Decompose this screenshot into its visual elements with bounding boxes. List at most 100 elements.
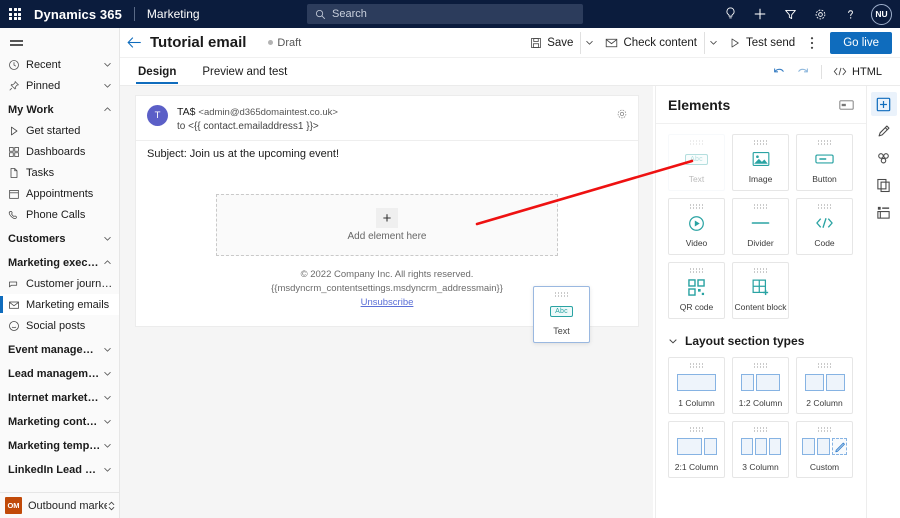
style-brush-icon[interactable] bbox=[871, 119, 897, 143]
email-settings-gear-icon[interactable] bbox=[616, 108, 628, 120]
drag-handle-dots-icon[interactable] bbox=[753, 427, 768, 432]
tab-preview-and-test[interactable]: Preview and test bbox=[194, 58, 295, 86]
drag-handle-dots-icon[interactable] bbox=[554, 292, 569, 297]
element-tile-button[interactable]: Button bbox=[796, 134, 853, 191]
drag-handle-dots-icon[interactable] bbox=[689, 427, 704, 432]
layout-tile-1-column[interactable]: 1 Column bbox=[668, 357, 725, 414]
element-tile-text[interactable]: Abc Text bbox=[668, 134, 725, 191]
environment-switcher[interactable]: OM Outbound market... bbox=[0, 492, 119, 518]
drag-handle-dots-icon[interactable] bbox=[753, 363, 768, 368]
footer-copyright: © 2022 Company Inc. All rights reserved. bbox=[300, 269, 474, 281]
sidebar-group-event-management[interactable]: Event management bbox=[0, 339, 119, 360]
sidebar-group-marketing-templates[interactable]: Marketing templates bbox=[0, 435, 119, 456]
redo-icon[interactable] bbox=[792, 61, 814, 83]
back-arrow-icon[interactable] bbox=[120, 36, 148, 49]
sidebar-item-appointments[interactable]: Appointments bbox=[0, 183, 119, 204]
sidebar-group-my-work[interactable]: My Work bbox=[0, 99, 119, 120]
drag-ghost-text-element[interactable]: Abc Text bbox=[533, 286, 590, 343]
app-launcher-icon[interactable] bbox=[0, 0, 30, 28]
sidebar-group-lead-management[interactable]: Lead management bbox=[0, 363, 119, 384]
add-element-dropzone[interactable]: + Add element here bbox=[216, 194, 558, 257]
undo-icon[interactable] bbox=[768, 61, 790, 83]
sidebar-item-marketing-emails[interactable]: Marketing emails bbox=[0, 294, 119, 315]
layout-tile-2-column[interactable]: 2 Column bbox=[796, 357, 853, 414]
topbar-icon-group: NU bbox=[715, 0, 892, 28]
go-live-button[interactable]: Go live bbox=[830, 31, 892, 54]
sidebar-item-get-started[interactable]: Get started bbox=[0, 120, 119, 141]
drag-handle-dots-icon[interactable] bbox=[689, 268, 704, 273]
filter-icon[interactable] bbox=[775, 0, 805, 28]
layout-tile-1-2-column[interactable]: 1:2 Column bbox=[732, 357, 789, 414]
app-name-label[interactable]: Marketing bbox=[147, 7, 200, 21]
test-send-button[interactable]: Test send bbox=[722, 32, 802, 54]
layout-tile-grid: 1 Column 1:2 Column 2 Column 2:1 Column bbox=[668, 357, 854, 478]
sidebar-item-customer-journeys[interactable]: Customer journeys bbox=[0, 273, 119, 294]
gear-icon[interactable] bbox=[805, 0, 835, 28]
global-search-box[interactable]: Search bbox=[307, 4, 583, 24]
drag-handle-dots-icon[interactable] bbox=[817, 204, 832, 209]
outline-tree-icon[interactable] bbox=[871, 200, 897, 224]
layout-tile-custom[interactable]: Custom bbox=[796, 421, 853, 478]
drag-handle-dots-icon[interactable] bbox=[753, 140, 768, 145]
element-tile-code[interactable]: Code bbox=[796, 198, 853, 255]
personalization-icon[interactable] bbox=[871, 146, 897, 170]
email-design-canvas[interactable]: T TA$ <admin@d365domaintest.co.uk> to <{… bbox=[120, 86, 653, 518]
save-button[interactable]: Save bbox=[523, 32, 580, 54]
drag-handle-dots-icon[interactable] bbox=[817, 140, 832, 145]
clock-icon bbox=[8, 59, 26, 71]
element-tile-qr-code[interactable]: QR code bbox=[668, 262, 725, 319]
element-tile-divider[interactable]: Divider bbox=[732, 198, 789, 255]
layout-tile-label: 1:2 Column bbox=[738, 397, 783, 408]
journey-icon bbox=[8, 278, 26, 290]
sidebar-item-recent[interactable]: Recent bbox=[0, 54, 119, 75]
brand-title[interactable]: Dynamics 365 bbox=[30, 7, 122, 22]
drag-handle-dots-icon[interactable] bbox=[689, 363, 704, 368]
add-element-icon[interactable] bbox=[870, 92, 900, 116]
user-avatar[interactable]: NU bbox=[871, 3, 892, 25]
content-library-icon[interactable] bbox=[871, 173, 897, 197]
check-content-button[interactable]: Check content bbox=[598, 32, 704, 54]
sidebar-item-phone-calls[interactable]: Phone Calls bbox=[0, 204, 119, 225]
drag-handle-dots-icon[interactable] bbox=[689, 140, 704, 145]
elements-panel-scroll[interactable]: Abc Text Image Button Video Divider Code… bbox=[656, 124, 866, 518]
sender-name: TA$ bbox=[177, 106, 196, 118]
element-tile-label: Divider bbox=[747, 237, 774, 248]
elements-panel-title: Elements bbox=[668, 96, 731, 113]
sidebar-group-marketing-content[interactable]: Marketing content bbox=[0, 411, 119, 432]
sidebar-group-customers[interactable]: Customers bbox=[0, 228, 119, 249]
qr-code-icon bbox=[688, 277, 705, 297]
sidebar-label-internet-marketing: Internet marketing bbox=[8, 391, 101, 404]
plus-icon[interactable] bbox=[745, 0, 775, 28]
html-view-button[interactable]: HTML bbox=[829, 61, 886, 83]
sidebar-group-marketing-execution[interactable]: Marketing execution bbox=[0, 252, 119, 273]
layout-tile-3-column[interactable]: 3 Column bbox=[732, 421, 789, 478]
drag-handle-dots-icon[interactable] bbox=[817, 363, 832, 368]
layout-section-header[interactable]: Layout section types bbox=[668, 334, 854, 348]
sidebar-group-linkedin-lead-gen[interactable]: LinkedIn Lead Gen bbox=[0, 459, 119, 480]
element-tile-image[interactable]: Image bbox=[732, 134, 789, 191]
sidebar-label-dashboards: Dashboards bbox=[26, 145, 86, 158]
drag-handle-dots-icon[interactable] bbox=[817, 427, 832, 432]
test-send-label: Test send bbox=[745, 36, 796, 49]
sidebar-item-tasks[interactable]: Tasks bbox=[0, 162, 119, 183]
plus-icon[interactable]: + bbox=[376, 208, 398, 229]
code-icon bbox=[833, 66, 847, 77]
drag-handle-dots-icon[interactable] bbox=[753, 204, 768, 209]
sidebar-collapse-icon[interactable] bbox=[0, 28, 119, 54]
drag-handle-dots-icon[interactable] bbox=[689, 204, 704, 209]
save-dropdown-chevron-icon[interactable] bbox=[580, 31, 598, 54]
lightbulb-icon[interactable] bbox=[715, 0, 745, 28]
sidebar-item-pinned[interactable]: Pinned bbox=[0, 75, 119, 96]
help-icon[interactable] bbox=[835, 0, 865, 28]
layout-tile-2-1-column[interactable]: 2:1 Column bbox=[668, 421, 725, 478]
tab-design[interactable]: Design bbox=[130, 58, 184, 86]
more-commands-icon[interactable] bbox=[802, 32, 822, 54]
sidebar-group-internet-marketing[interactable]: Internet marketing bbox=[0, 387, 119, 408]
element-tile-content-block[interactable]: Content block bbox=[732, 262, 789, 319]
drag-handle-dots-icon[interactable] bbox=[753, 268, 768, 273]
element-tile-video[interactable]: Video bbox=[668, 198, 725, 255]
sidebar-item-social-posts[interactable]: Social posts bbox=[0, 315, 119, 336]
check-content-dropdown-chevron-icon[interactable] bbox=[703, 31, 722, 54]
collapse-panel-icon[interactable] bbox=[839, 99, 854, 111]
sidebar-item-dashboards[interactable]: Dashboards bbox=[0, 141, 119, 162]
